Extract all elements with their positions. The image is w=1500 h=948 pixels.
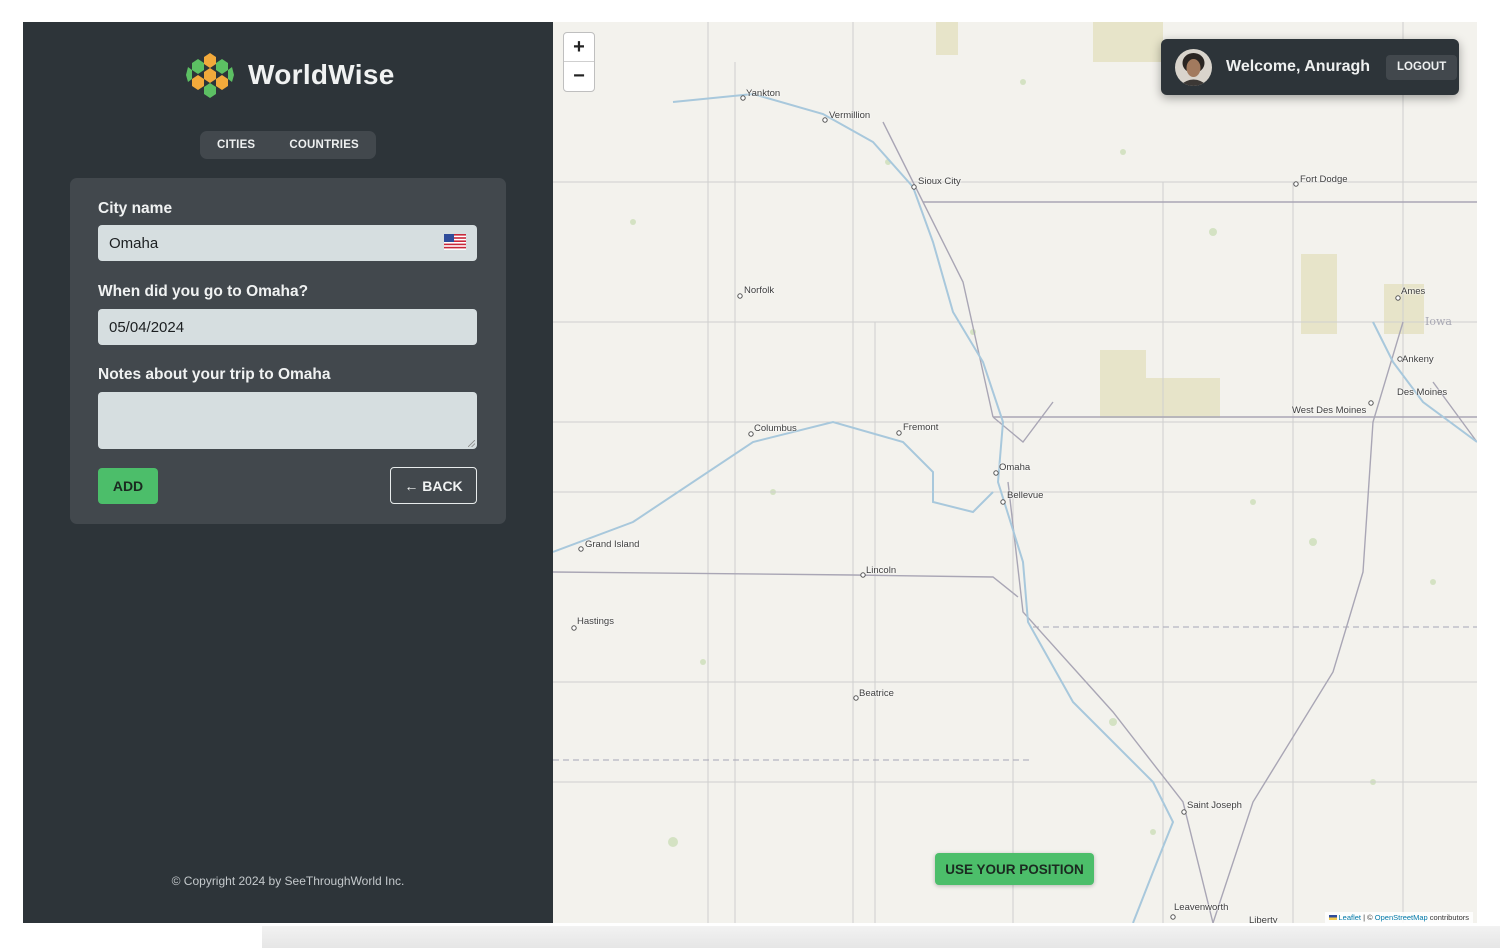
map-attribution: Leaflet | © OpenStreetMap contributors [1324, 912, 1473, 923]
us-flag-icon [444, 234, 466, 250]
logout-button[interactable]: LOGOUT [1386, 54, 1458, 80]
place-label: Norfolk [744, 285, 775, 296]
map-container[interactable]: Yankton Vermillion Sioux City Fort Dodge… [553, 22, 1477, 923]
visit-date-input[interactable]: 05/04/2024 [98, 309, 477, 345]
notes-textarea[interactable] [98, 392, 477, 449]
place-label: Leavenworth [1174, 902, 1229, 913]
zoom-out-button[interactable]: − [564, 62, 594, 90]
place-label: Des Moines [1397, 387, 1448, 398]
place-label: Columbus [754, 423, 797, 434]
place-label: West Des Moines [1292, 405, 1367, 416]
brand-logo[interactable]: WorldWise [184, 49, 395, 101]
place-label: Vermillion [829, 110, 871, 121]
place-label: Ames [1401, 286, 1426, 297]
place-label: Fremont [903, 422, 939, 433]
use-position-button[interactable]: USE YOUR POSITION [935, 853, 1094, 885]
avatar [1175, 48, 1212, 86]
place-label: Yankton [746, 88, 781, 99]
place-label: Saint Joseph [1187, 800, 1242, 811]
place-label: Omaha [999, 462, 1031, 473]
zoom-in-button[interactable]: + [564, 33, 594, 62]
leaflet-flag-icon [1328, 915, 1337, 920]
window-bottom-edge [262, 926, 1500, 948]
place-label: Fort Dodge [1300, 174, 1348, 185]
place-label: Hastings [577, 616, 614, 627]
leaflet-link[interactable]: Leaflet [1339, 913, 1362, 922]
city-name-label: City name [98, 200, 173, 217]
tab-countries[interactable]: COUNTRIES [281, 135, 367, 155]
place-label: Sioux City [918, 176, 961, 187]
copyright-text: © Copyright 2024 by SeeThroughWorld Inc. [171, 874, 405, 888]
welcome-text: Welcome, Anuragh [1226, 58, 1371, 75]
place-label: Ankeny [1402, 354, 1434, 365]
visit-date-label: When did you go to Omaha? [98, 283, 309, 300]
globe-hexagon-logo-icon [185, 50, 235, 100]
osm-link[interactable]: OpenStreetMap [1375, 913, 1428, 922]
brand-name: WorldWise [248, 59, 395, 90]
add-city-form: City name Omaha When did you go to Omaha… [70, 178, 506, 524]
place-label: Bellevue [1007, 490, 1044, 501]
notes-label: Notes about your trip to Omaha [98, 366, 331, 383]
attribution-separator: | © [1361, 913, 1375, 922]
add-button[interactable]: ADD [98, 468, 158, 504]
sidebar: WorldWise CITIES COUNTRIES City name Oma… [23, 22, 553, 923]
app-layout: WorldWise CITIES COUNTRIES City name Oma… [23, 22, 1477, 923]
state-label: Iowa [1425, 315, 1452, 328]
zoom-control: + − [563, 32, 595, 92]
resize-handle-icon[interactable] [468, 440, 475, 447]
attribution-suffix: contributors [1427, 913, 1469, 922]
visit-date-value: 05/04/2024 [109, 318, 185, 336]
place-label: Grand Island [585, 539, 640, 550]
city-name-value: Omaha [109, 234, 159, 252]
place-label: Liberty [1249, 915, 1278, 923]
place-label: Lincoln [866, 565, 897, 576]
tab-cities[interactable]: CITIES [209, 135, 263, 155]
city-name-input[interactable]: Omaha [98, 225, 477, 261]
place-label: Beatrice [859, 688, 894, 699]
user-panel: Welcome, Anuragh LOGOUT [1161, 39, 1459, 95]
view-tabs: CITIES COUNTRIES [200, 131, 376, 159]
back-button[interactable]: ← BACK [390, 467, 477, 504]
